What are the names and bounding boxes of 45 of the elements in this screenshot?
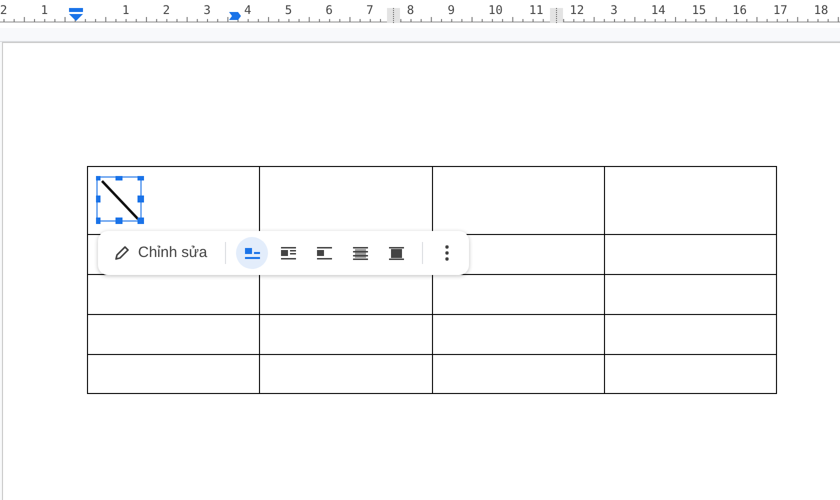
ruler-number: 6 <box>326 4 333 16</box>
ruler-number: 4 <box>244 4 252 16</box>
table-cell[interactable] <box>88 315 260 355</box>
ruler-number: 1 <box>40 4 48 16</box>
column-marker[interactable] <box>550 8 563 23</box>
ruler-number: 16 <box>732 4 747 16</box>
indent-marker-icon[interactable] <box>68 8 84 22</box>
wrap-wrap-icon <box>280 246 297 260</box>
ruler-number: 11 <box>528 4 544 16</box>
table-cell[interactable] <box>604 235 777 275</box>
ruler-number: 2 <box>162 4 170 16</box>
ruler-number: 15 <box>692 4 706 16</box>
table-cell[interactable] <box>432 355 605 394</box>
ruler-number: 8 <box>406 4 414 16</box>
line-image[interactable] <box>96 176 144 224</box>
wrap-front-icon <box>388 246 405 260</box>
column-marker[interactable] <box>386 8 400 23</box>
table-cell[interactable] <box>260 355 432 394</box>
wrap-inline-icon <box>244 246 261 260</box>
wrap-break-icon <box>316 246 333 260</box>
ruler-number: 14 <box>651 4 666 16</box>
ruler-number: 3 <box>203 4 211 16</box>
wrap-behind-icon <box>352 246 369 260</box>
ruler-number: 17 <box>773 4 788 16</box>
table-cell[interactable] <box>432 315 605 355</box>
pencil-icon <box>114 245 130 261</box>
ruler-number: 18 <box>814 4 828 16</box>
ruler-number: 3 <box>610 4 618 16</box>
ruler-number: 2 <box>0 4 8 16</box>
ruler-number: 1 <box>122 4 130 16</box>
ruler-number: 10 <box>488 4 503 16</box>
table-cell[interactable] <box>604 355 777 394</box>
ruler-number: 12 <box>570 4 584 16</box>
ruler-number: 5 <box>284 4 292 16</box>
table-cell[interactable] <box>260 315 432 355</box>
ruler-number: 7 <box>366 4 374 16</box>
edit-button[interactable]: Chỉnh sửa <box>106 237 216 269</box>
table-cell[interactable] <box>88 355 260 394</box>
more-icon <box>445 245 450 261</box>
table-cell[interactable] <box>604 167 777 235</box>
table-cell[interactable] <box>604 275 777 315</box>
ruler-number: 9 <box>448 4 455 16</box>
table-cell[interactable] <box>604 315 777 355</box>
tab-stop-icon[interactable] <box>228 10 242 22</box>
wrap-option-button[interactable] <box>236 237 268 269</box>
